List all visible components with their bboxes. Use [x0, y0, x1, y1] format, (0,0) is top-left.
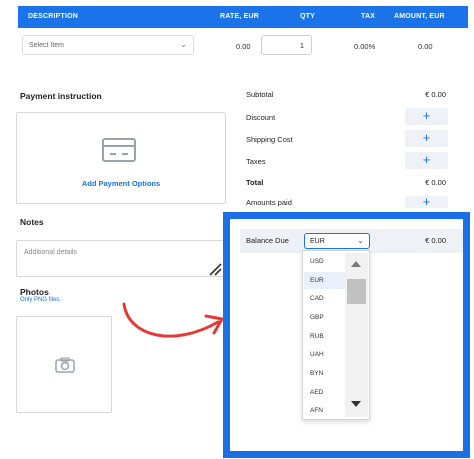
subtotal-label: Subtotal: [246, 90, 274, 99]
col-amount: AMOUNT, EUR: [394, 13, 445, 20]
add-amount-paid-button[interactable]: +: [405, 195, 448, 208]
add-payment-options-area[interactable]: Add Payment Options: [16, 112, 226, 204]
select-item-label: Select Item: [29, 42, 65, 49]
add-discount-button[interactable]: +: [405, 108, 448, 125]
add-payment-options-link[interactable]: Add Payment Options: [17, 179, 225, 188]
resize-handle-icon[interactable]: [208, 262, 222, 276]
discount-label: Discount: [246, 113, 276, 122]
camera-icon: [55, 357, 75, 373]
highlight-frame: [223, 212, 470, 458]
notes-textarea[interactable]: Additional details: [16, 240, 226, 277]
shipping-cost-label: Shipping Cost: [246, 135, 293, 144]
col-qty: QTY: [300, 13, 315, 20]
total-label: Total: [246, 178, 264, 187]
red-arrow-icon: [122, 302, 224, 338]
tax-value: 0.00%: [354, 42, 376, 51]
col-tax: TAX: [361, 13, 376, 20]
amounts-paid-label: Amounts paid: [246, 198, 292, 207]
select-item-dropdown[interactable]: Select Item ⌄: [22, 35, 194, 55]
item-row: Select Item ⌄ 0.00 1 0.00% 0.00: [18, 30, 468, 62]
rate-value: 0.00: [236, 42, 251, 51]
taxes-label: Taxes: [246, 157, 266, 166]
amount-value: 0.00: [418, 42, 433, 51]
qty-input[interactable]: 1: [261, 35, 312, 55]
chevron-down-icon: ⌄: [180, 40, 187, 49]
add-taxes-button[interactable]: +: [405, 152, 448, 169]
photos-title: Photos: [20, 287, 49, 297]
col-description: DESCRIPTION: [28, 13, 79, 20]
photo-upload-area[interactable]: [16, 316, 112, 413]
subtotal-value: € 0.00: [425, 90, 446, 99]
items-table-header: DESCRIPTION RATE, EUR QTY TAX AMOUNT, EU…: [18, 6, 468, 28]
credit-card-icon: [102, 138, 136, 162]
notes-placeholder: Additional details: [24, 249, 77, 256]
notes-title: Notes: [20, 217, 44, 227]
photos-subtitle: Only PNG files.: [20, 297, 62, 303]
add-shipping-button[interactable]: +: [405, 130, 448, 147]
col-rate: RATE, EUR: [220, 13, 260, 20]
total-value: € 0.00: [425, 178, 446, 187]
payment-instruction-title: Payment instruction: [20, 91, 102, 101]
